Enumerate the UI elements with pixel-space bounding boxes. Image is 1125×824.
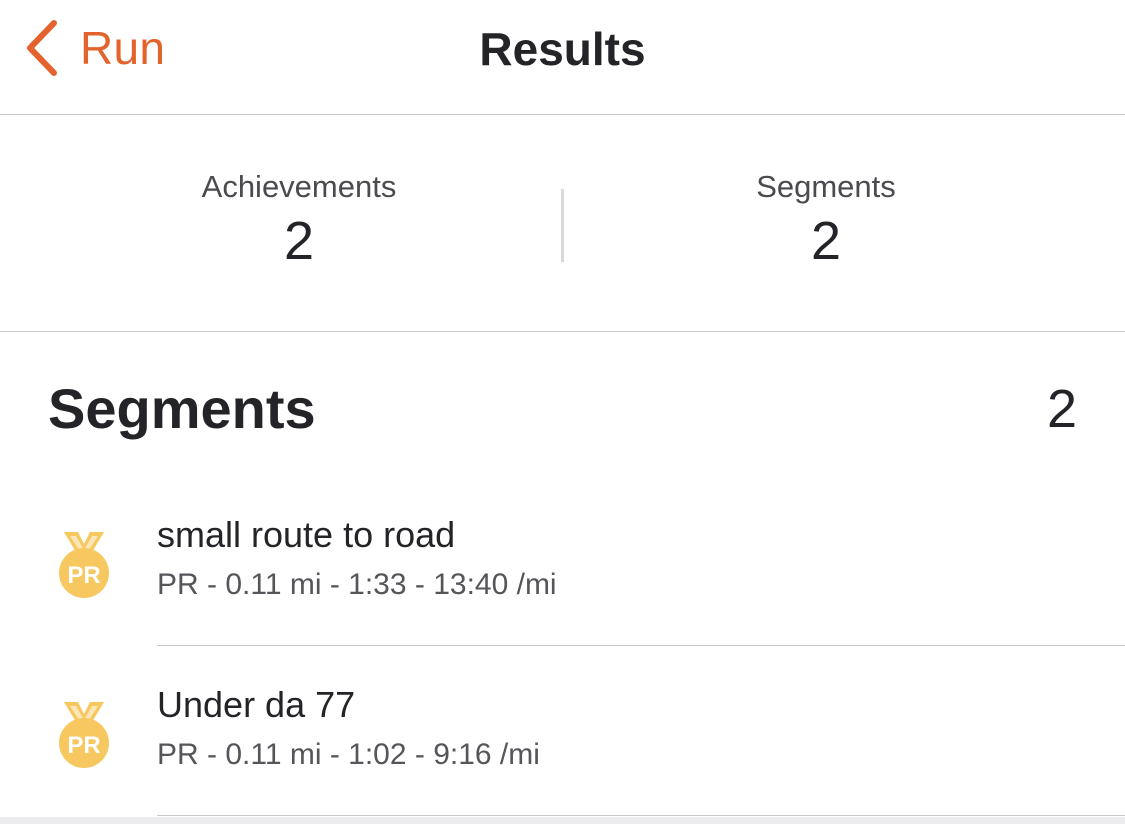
achievements-count: 2 [283,211,315,271]
segment-details: PR - 0.11 mi - 1:33 - 13:40 /mi [157,568,557,601]
pr-medal-icon: PR [59,532,109,598]
stat-divider [561,189,564,262]
section-count: 2 [1046,379,1077,439]
achievements-label: Achievements [201,169,397,204]
segments-count: 2 [810,211,842,271]
section-title: Segments [48,377,316,440]
pr-badge-text: PR [67,562,100,589]
page-title: Results [479,23,646,75]
row-divider [157,814,1125,816]
segments-section-header: Segments 2 [48,376,1077,440]
segments-stat[interactable]: Segments 2 [626,167,1026,273]
bottom-edge [0,817,1125,824]
segments-label: Segments [756,169,896,204]
results-summary: Achievements 2 Segments 2 [0,115,1125,332]
pr-badge-text: PR [67,732,100,759]
segment-row[interactable]: PR Under da 77 PR - 0.11 mi - 1:02 - 9:1… [0,646,1125,816]
achievements-stat[interactable]: Achievements 2 [99,167,499,273]
segment-name: small route to road [157,514,456,555]
segment-details: PR - 0.11 mi - 1:02 - 9:16 /mi [157,738,540,771]
navigation-bar: Run Results [0,0,1125,115]
pr-medal-icon: PR [59,702,109,768]
segment-row[interactable]: PR small route to road PR - 0.11 mi - 1:… [0,476,1125,646]
segment-name: Under da 77 [157,684,356,725]
